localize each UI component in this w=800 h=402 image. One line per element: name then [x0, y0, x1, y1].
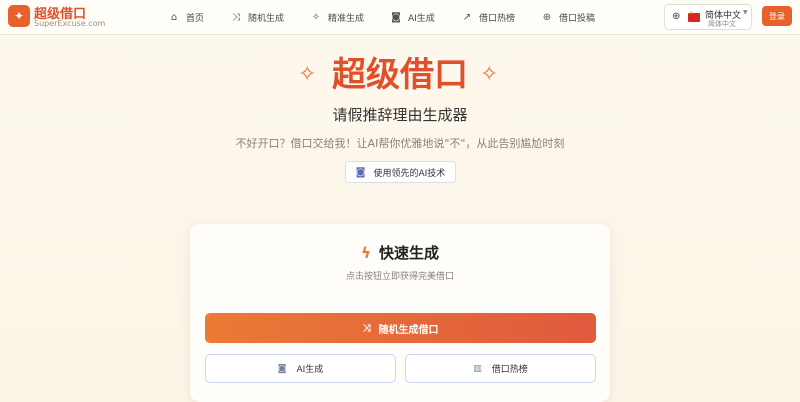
nav-label: 借口热榜 [479, 13, 516, 24]
ranking-label: 借口热榜 [491, 365, 528, 375]
sparkle-icon: ✧ [480, 62, 499, 87]
ranking-button[interactable]: ▥ 借口热榜 [405, 354, 596, 383]
bot-icon: ◙ [391, 11, 401, 23]
bar-chart-icon: ▥ [473, 363, 482, 374]
card-title-text: 快速生成 [378, 244, 439, 262]
hero-title: 超级借口 [332, 55, 468, 95]
shuffle-icon: ⤨ [362, 322, 371, 334]
home-icon: ⌂ [170, 11, 178, 23]
nav-item-random[interactable]: ⤨ 随机生成 [230, 10, 284, 24]
language-sub: 简体中文 [708, 20, 736, 28]
chevron-down-icon: ▼ [743, 9, 748, 16]
random-generate-button[interactable]: ⤨ 随机生成借口 [205, 313, 596, 343]
nav-label: AI生成 [408, 13, 435, 24]
nav-item-submit[interactable]: ⊕ 借口投稿 [541, 10, 595, 24]
bot-icon: ◙ [355, 166, 366, 178]
ai-generate-label: AI生成 [296, 365, 324, 375]
sparkles-icon: ✧ [311, 11, 321, 23]
nav-item-ai[interactable]: ◙ AI生成 [390, 10, 435, 24]
globe-icon: ⊕ [672, 11, 681, 22]
hero-description: 不好开口？借口交给我！让AI帮你优雅地说"不"，从此告别尴尬时刻 [235, 137, 565, 150]
card-title: ϟ 快速生成 [190, 242, 610, 263]
card-subtitle: 点击按钮立即获得完美借口 [345, 272, 454, 282]
ai-tech-badge[interactable]: ◙ 使用领先的AI技术 [345, 161, 456, 183]
lightning-icon: ϟ [361, 244, 371, 262]
bot-icon: ◙ [277, 363, 287, 374]
random-generate-label: 随机生成借口 [378, 324, 439, 336]
ai-badge-label: 使用领先的AI技术 [373, 168, 446, 179]
quick-generate-card: ϟ 快速生成 点击按钮立即获得完美借口 ⤨ 随机生成借口 ◙ AI生成 ▥ 借口热… [190, 224, 610, 402]
nav-label: 借口投稿 [559, 13, 596, 24]
language-selector[interactable]: ⊕ 简体中文 简体中文 ▼ [664, 4, 752, 30]
plus-circle-icon: ⊕ [542, 11, 552, 23]
nav-item-precise[interactable]: ✧ 精准生成 [310, 10, 364, 24]
top-header: ✦ 超级借口 SuperExcuse.com ⌂ 首页 ⤨ 随机生成 ✧ 精准生… [0, 0, 800, 35]
nav-item-ranking[interactable]: ↗ 借口热榜 [461, 10, 515, 24]
hero-subtitle: 请假推辞理由生成器 [332, 106, 468, 124]
nav-label: 首页 [186, 13, 205, 24]
nav-label: 随机生成 [248, 13, 285, 24]
nav-item-home[interactable]: ⌂ 首页 [168, 10, 204, 24]
login-button[interactable]: 登录 [762, 6, 792, 26]
nav-label: 精准生成 [328, 13, 365, 24]
sparkle-icon[interactable]: ✦ [8, 5, 30, 27]
trending-icon: ↗ [462, 11, 472, 23]
china-flag-icon [688, 10, 700, 22]
ai-generate-button[interactable]: ◙ AI生成 [205, 354, 396, 383]
shuffle-icon: ⤨ [232, 11, 240, 23]
brand-domain: SuperExcuse.com [34, 19, 106, 28]
